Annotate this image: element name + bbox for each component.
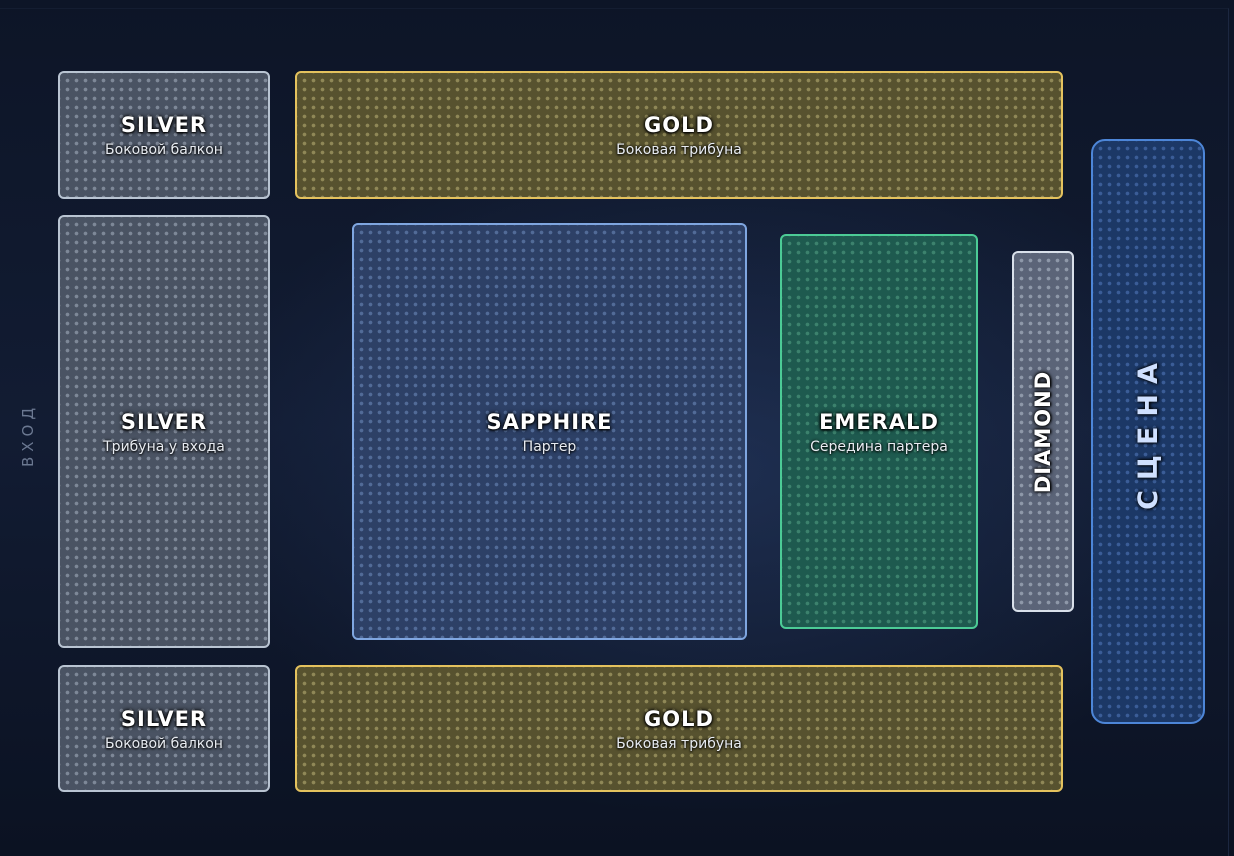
section-silver-top[interactable]: SILVER Боковой балкон <box>58 71 270 199</box>
section-name-label: Боковой балкон <box>105 735 223 752</box>
section-gold-top[interactable]: GOLD Боковая трибуна <box>295 71 1063 199</box>
section-tier-label: SAPPHIRE <box>486 409 613 434</box>
entrance-marker: ВХОД <box>18 380 38 490</box>
section-name-label: Партер <box>522 438 577 455</box>
section-silver-bottom[interactable]: SILVER Боковой балкон <box>58 665 270 792</box>
section-name-label: Боковой балкон <box>105 142 223 158</box>
section-name-label: Боковая трибуна <box>616 142 742 158</box>
section-diamond[interactable]: DIAMOND <box>1012 251 1074 612</box>
section-tier-label: SILVER <box>120 409 208 434</box>
section-silver-mid[interactable]: SILVER Трибуна у входа <box>58 215 270 648</box>
section-name-label: Трибуна у входа <box>103 438 225 455</box>
section-tier-label: DIAMOND <box>1031 370 1056 493</box>
stage: СЦЕНА <box>1091 139 1205 724</box>
section-sapphire[interactable]: SAPPHIRE Партер <box>352 223 747 640</box>
section-name-label: Боковая трибуна <box>616 735 742 752</box>
section-tier-label: SILVER <box>120 706 208 731</box>
venue-map: ВХОД SILVER Боковой балкон GOLD Боковая … <box>0 0 1234 856</box>
section-gold-bottom[interactable]: GOLD Боковая трибуна <box>295 665 1063 792</box>
entrance-label: ВХОД <box>19 402 37 468</box>
section-name-label: Середина партера <box>810 438 948 455</box>
stage-label: СЦЕНА <box>1132 353 1164 510</box>
section-tier-label: EMERALD <box>819 409 939 434</box>
section-tier-label: GOLD <box>644 706 714 731</box>
section-tier-label: GOLD <box>644 113 714 137</box>
section-emerald[interactable]: EMERALD Середина партера <box>780 234 978 629</box>
section-tier-label: SILVER <box>120 113 208 137</box>
